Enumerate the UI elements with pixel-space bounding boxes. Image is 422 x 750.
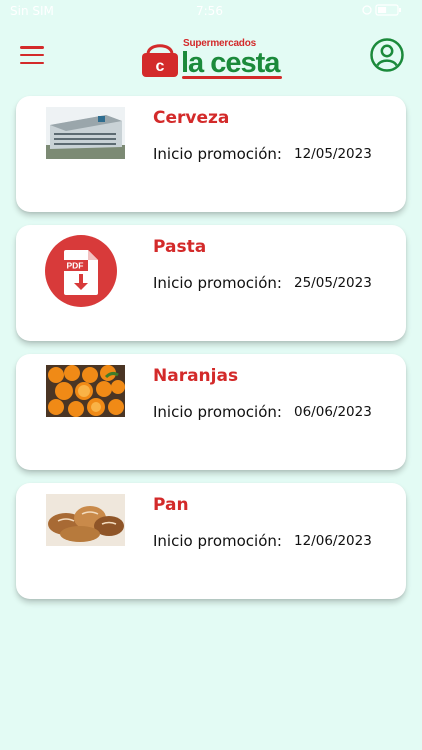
promotion-card[interactable]: PDF Pasta Inicio promoción: 25/05/2023 — [16, 225, 406, 341]
bread-photo — [46, 494, 125, 546]
user-profile-icon[interactable] — [370, 38, 404, 72]
promotion-card[interactable]: Naranjas Inicio promoción: 06/06/2023 — [16, 354, 406, 470]
basket-icon: c — [142, 44, 178, 77]
brand-logo: c Supermercados la cesta — [140, 36, 286, 82]
promotion-start-date: 06/06/2023 — [294, 404, 372, 420]
promotion-start-label: Inicio promoción: — [153, 532, 282, 550]
status-time: 7:56 — [196, 4, 223, 18]
promotion-title: Naranjas — [153, 366, 239, 386]
app-header: c Supermercados la cesta — [0, 24, 422, 90]
promotion-card[interactable]: Pan Inicio promoción: 12/06/2023 — [16, 483, 406, 599]
promotion-start-date: 25/05/2023 — [294, 275, 372, 291]
promotion-title: Pan — [153, 495, 189, 515]
pdf-icon: PDF — [44, 234, 118, 308]
battery-icon — [362, 4, 401, 16]
promotion-start-date: 12/06/2023 — [294, 533, 372, 549]
carrier-label: Sin SIM — [10, 4, 54, 18]
logo-big-text: la cesta — [181, 47, 280, 79]
logo-underline — [182, 76, 282, 79]
oranges-photo — [46, 365, 125, 417]
svg-text:c: c — [156, 58, 165, 75]
promotion-title: Cerveza — [153, 108, 230, 128]
promotion-card[interactable]: Cerveza Inicio promoción: 12/05/2023 — [16, 96, 406, 212]
hamburger-menu-icon[interactable] — [20, 46, 44, 64]
building-photo — [46, 107, 125, 159]
promotion-start-label: Inicio promoción: — [153, 403, 282, 421]
promotion-start-label: Inicio promoción: — [153, 145, 282, 163]
svg-text:PDF: PDF — [67, 261, 84, 271]
status-icons — [362, 4, 408, 19]
promotion-start-date: 12/05/2023 — [294, 146, 372, 162]
promotion-title: Pasta — [153, 237, 207, 257]
promotion-start-label: Inicio promoción: — [153, 274, 282, 292]
status-bar: Sin SIM 7:56 — [0, 0, 422, 24]
